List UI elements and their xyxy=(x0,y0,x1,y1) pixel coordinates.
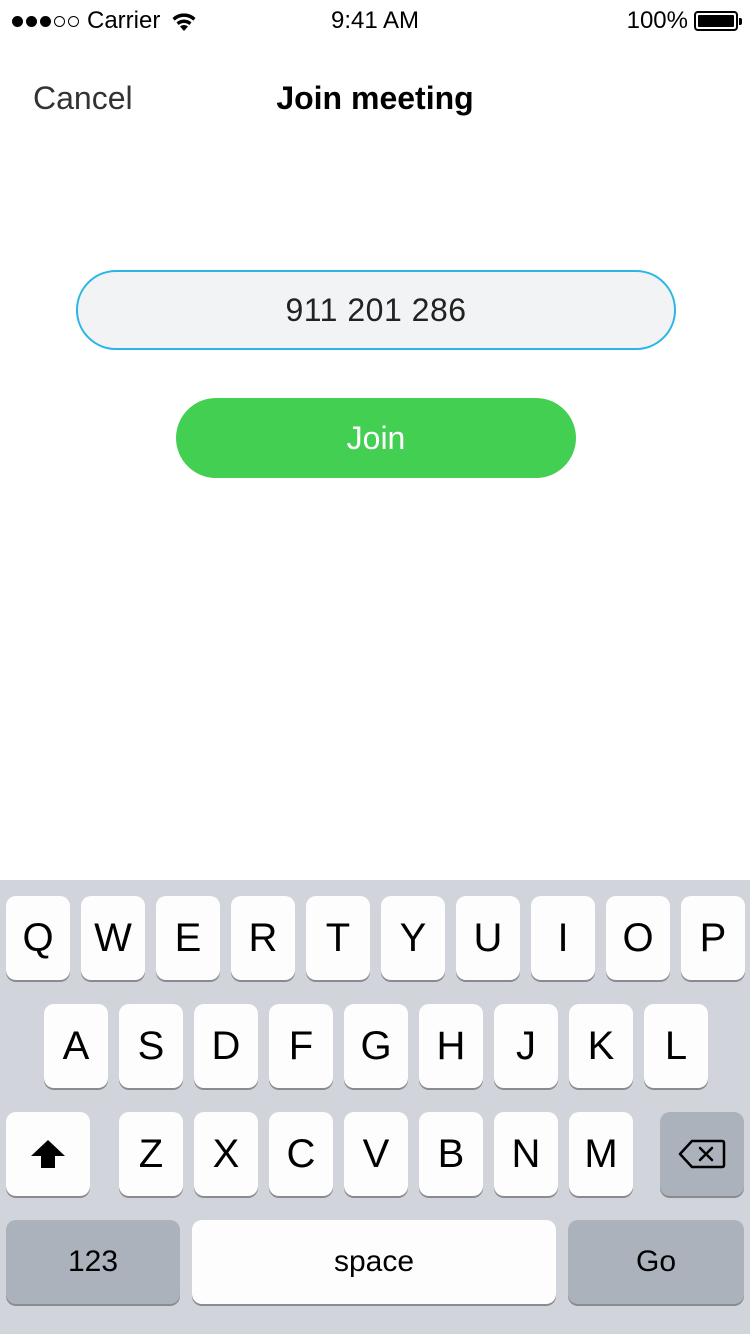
key-t[interactable]: T xyxy=(306,896,370,980)
keyboard: Q W E R T Y U I O P A S D F G H J K L Z … xyxy=(0,880,750,1334)
status-bar: Carrier 9:41 AM 100% xyxy=(0,0,750,40)
key-q[interactable]: Q xyxy=(6,896,70,980)
nav-bar: Cancel Join meeting xyxy=(0,60,750,140)
space-key[interactable]: space xyxy=(192,1220,556,1304)
key-h[interactable]: H xyxy=(419,1004,483,1088)
delete-key[interactable] xyxy=(660,1112,744,1196)
key-n[interactable]: N xyxy=(494,1112,558,1196)
key-k[interactable]: K xyxy=(569,1004,633,1088)
meeting-id-field[interactable] xyxy=(76,270,676,350)
key-r[interactable]: R xyxy=(231,896,295,980)
go-key[interactable]: Go xyxy=(568,1220,744,1304)
key-a[interactable]: A xyxy=(44,1004,108,1088)
key-m[interactable]: M xyxy=(569,1112,633,1196)
key-y[interactable]: Y xyxy=(381,896,445,980)
join-button[interactable]: Join xyxy=(176,398,576,478)
key-e[interactable]: E xyxy=(156,896,220,980)
key-f[interactable]: F xyxy=(269,1004,333,1088)
key-b[interactable]: B xyxy=(419,1112,483,1196)
key-u[interactable]: U xyxy=(456,896,520,980)
numbers-key[interactable]: 123 xyxy=(6,1220,180,1304)
key-l[interactable]: L xyxy=(644,1004,708,1088)
key-o[interactable]: O xyxy=(606,896,670,980)
key-p[interactable]: P xyxy=(681,896,745,980)
key-d[interactable]: D xyxy=(194,1004,258,1088)
shift-arrow-icon xyxy=(31,1140,65,1168)
battery-percent: 100% xyxy=(626,7,688,34)
meeting-id-input[interactable] xyxy=(116,291,636,329)
key-i[interactable]: I xyxy=(531,896,595,980)
battery-icon xyxy=(694,11,742,31)
key-w[interactable]: W xyxy=(81,896,145,980)
key-x[interactable]: X xyxy=(194,1112,258,1196)
status-bar-right: 100% xyxy=(626,6,742,36)
key-s[interactable]: S xyxy=(119,1004,183,1088)
key-c[interactable]: C xyxy=(269,1112,333,1196)
key-v[interactable]: V xyxy=(344,1112,408,1196)
backspace-icon xyxy=(678,1139,726,1169)
key-j[interactable]: J xyxy=(494,1004,558,1088)
page-title: Join meeting xyxy=(276,80,474,116)
key-g[interactable]: G xyxy=(344,1004,408,1088)
shift-key[interactable] xyxy=(6,1112,90,1196)
key-z[interactable]: Z xyxy=(119,1112,183,1196)
